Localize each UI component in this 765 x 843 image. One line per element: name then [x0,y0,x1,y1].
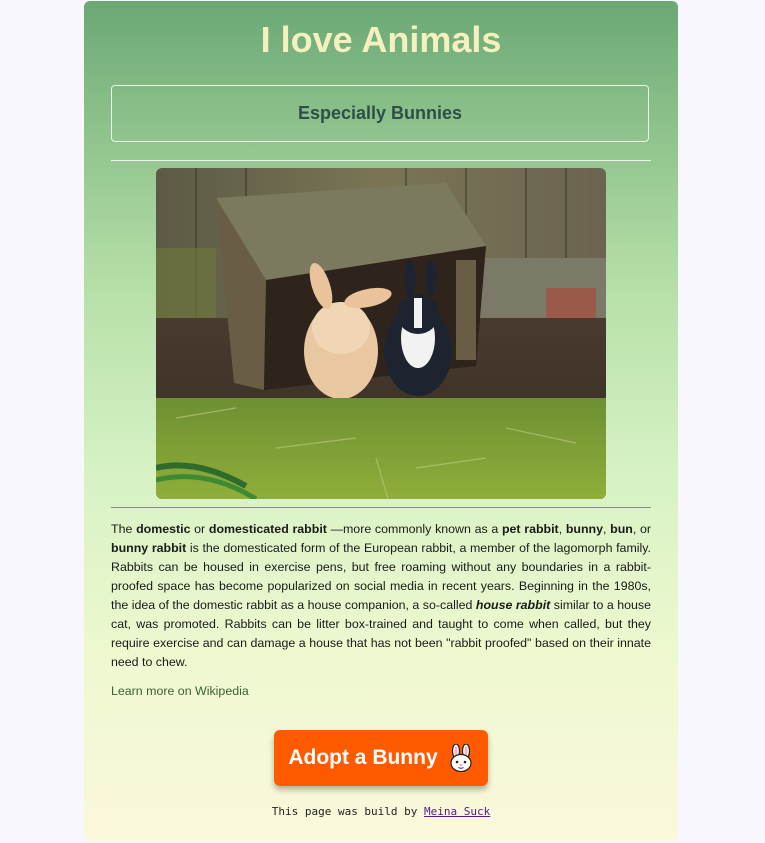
paragraph-bold-term: domesticated rabbit [208,522,327,536]
adopt-bunny-label: Adopt a Bunny [288,746,438,769]
adopt-bunny-button[interactable]: Adopt a Bunny [274,730,488,786]
main-card: I love Animals Especially Bunnies The do… [84,1,678,841]
paragraph-text: , or [632,522,652,536]
paragraph-bold-term: house rabbit [475,598,551,612]
footer-prefix: This page was build by [271,805,425,818]
paragraph-bold-term: pet rabbit [501,522,559,536]
divider-top [111,160,651,161]
rabbit-face-icon [448,743,474,773]
paragraph-text: or [190,522,209,536]
page-subtitle: Especially Bunnies [297,103,463,123]
bunnies-photo [156,168,606,499]
subtitle-box: Especially Bunnies [111,85,649,142]
divider-bottom [111,507,651,508]
paragraph-text: , [558,522,566,536]
paragraph-bold-term: bun [610,522,633,536]
paragraph-text: —more commonly known as a [326,522,502,536]
page-title: I love Animals [260,19,502,60]
paragraph-bold-term: bunny [565,522,603,536]
description-paragraph: The domestic or domesticated rabbit —mor… [111,520,651,672]
paragraph-bold-term: bunny rabbit [111,541,187,555]
paragraph-bold-term: domestic [136,522,191,536]
author-link[interactable]: Meina Suck [424,805,490,818]
paragraph-text: The [111,522,137,536]
wikipedia-link[interactable]: Learn more on Wikipedia [111,684,249,698]
page-footer: This page was build by Meina Suck [84,805,678,818]
